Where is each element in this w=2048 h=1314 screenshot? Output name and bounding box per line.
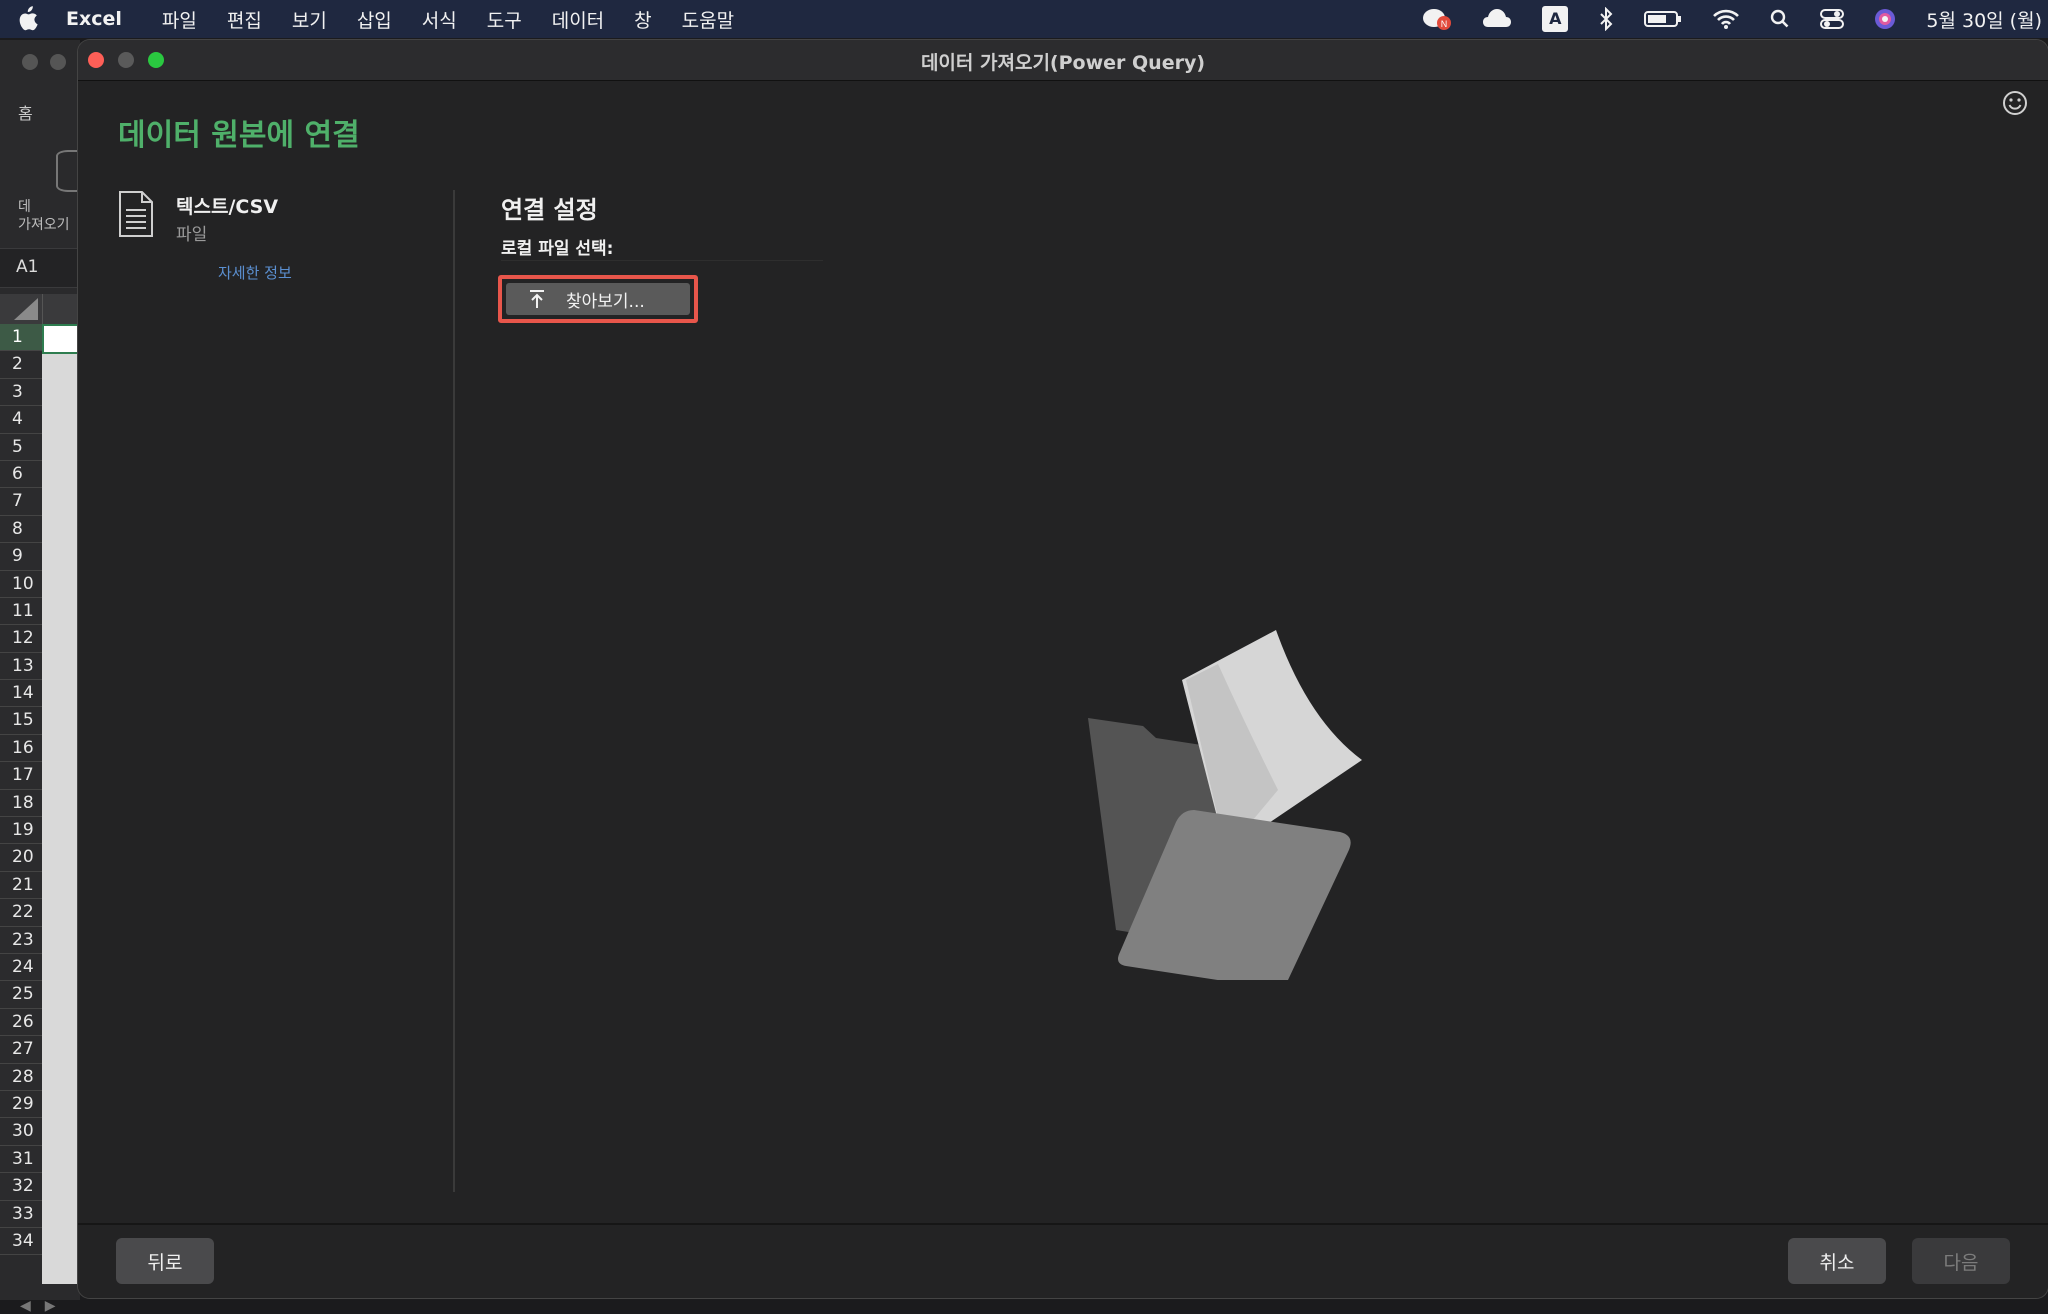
row-header[interactable]: 30 (0, 1118, 42, 1146)
battery-icon[interactable] (1644, 9, 1682, 29)
row-header[interactable]: 28 (0, 1063, 42, 1091)
menu-help[interactable]: 도움말 (682, 6, 734, 33)
name-box[interactable]: A1 (0, 248, 80, 288)
svg-text:N: N (1441, 19, 1448, 29)
excel-minimize-button[interactable] (50, 54, 66, 70)
row-header[interactable]: 10 (0, 570, 42, 598)
wifi-icon[interactable] (1712, 8, 1740, 30)
siri-icon[interactable] (1874, 8, 1896, 30)
input-source-indicator[interactable]: A (1542, 6, 1569, 32)
row-header[interactable]: 17 (0, 762, 42, 790)
cancel-button[interactable]: 취소 (1788, 1238, 1886, 1284)
pane-divider (453, 190, 455, 1192)
power-query-dialog: 데이터 가져오기(Power Query) 데이터 원본에 연결 텍스트/CSV… (78, 40, 2048, 1298)
row-header[interactable]: 24 (0, 953, 42, 982)
ribbon-tab-home[interactable]: 홈 (18, 100, 33, 124)
row-header[interactable]: 11 (0, 597, 42, 626)
excel-close-button[interactable] (22, 54, 38, 70)
menu-bar: Excel 파일 편집 보기 삽입 서식 도구 데이터 창 도움말 N A 5월… (0, 0, 2048, 38)
row-header[interactable]: 32 (0, 1173, 42, 1201)
feedback-smiley-icon[interactable] (2002, 90, 2028, 116)
sheet-scroll-arrows[interactable]: ◀▶ (20, 1298, 70, 1314)
row-header[interactable]: 13 (0, 652, 42, 681)
row-headers: 1 2 3 4 5 6 7 8 9 10 11 12 13 14 15 16 17 18 19 20 21 22 23 24 2… (0, 324, 42, 1256)
input-source-label: A (1542, 6, 1569, 32)
page-heading: 데이터 원본에 연결 (118, 118, 360, 153)
row-header[interactable]: 5 (0, 433, 42, 461)
row-header[interactable]: 26 (0, 1008, 42, 1037)
row-header[interactable]: 1 (0, 324, 42, 352)
row-header[interactable]: 34 (0, 1227, 42, 1256)
browse-button-label: 찾아보기... (566, 291, 645, 312)
source-type: 파일 (176, 225, 208, 245)
label-divider (501, 260, 823, 261)
row-header[interactable]: 6 (0, 460, 42, 489)
upload-icon (530, 290, 544, 308)
chat-notification-icon[interactable]: N (1422, 7, 1452, 31)
select-all-corner[interactable] (0, 294, 42, 324)
menu-insert[interactable]: 삽입 (357, 6, 392, 33)
row-header[interactable]: 15 (0, 707, 42, 735)
dialog-footer (78, 1223, 2048, 1298)
menu-format[interactable]: 서식 (422, 6, 457, 33)
row-header[interactable]: 23 (0, 926, 42, 954)
row-header[interactable]: 9 (0, 543, 42, 571)
menu-window[interactable]: 창 (634, 6, 651, 33)
menu-file[interactable]: 파일 (162, 6, 197, 33)
row-header[interactable]: 22 (0, 899, 42, 927)
row-header[interactable]: 3 (0, 378, 42, 407)
row-header[interactable]: 16 (0, 734, 42, 763)
row-header[interactable]: 7 (0, 488, 42, 516)
row-header[interactable]: 33 (0, 1200, 42, 1228)
spotlight-search-icon[interactable] (1770, 8, 1790, 30)
row-header[interactable]: 2 (0, 351, 42, 379)
row-header[interactable]: 29 (0, 1090, 42, 1119)
menu-view[interactable]: 보기 (292, 6, 327, 33)
row-header[interactable]: 20 (0, 844, 42, 872)
row-header[interactable]: 14 (0, 680, 42, 708)
cell-grid[interactable] (42, 324, 80, 1284)
back-button[interactable]: 뒤로 (116, 1238, 214, 1284)
row-header[interactable]: 18 (0, 789, 42, 818)
excel-window-controls (22, 54, 66, 70)
get-data-ribbon-label[interactable]: 데 가져오기 (18, 198, 70, 234)
row-header[interactable]: 21 (0, 871, 42, 900)
menu-edit[interactable]: 편집 (227, 6, 262, 33)
menu-tools[interactable]: 도구 (487, 6, 522, 33)
column-header-a[interactable] (42, 294, 81, 324)
folder-illustration (1088, 630, 1362, 980)
bluetooth-icon[interactable] (1598, 7, 1614, 31)
dialog-title-bar: 데이터 가져오기(Power Query) (78, 40, 2048, 81)
row-header[interactable]: 27 (0, 1036, 42, 1064)
browse-button[interactable]: 찾아보기... (506, 283, 690, 315)
row-header[interactable]: 31 (0, 1145, 42, 1174)
next-button[interactable]: 다음 (1912, 1238, 2010, 1284)
row-header[interactable]: 12 (0, 625, 42, 653)
more-info-link[interactable]: 자세한 정보 (218, 262, 292, 283)
cloud-app-icon[interactable] (1482, 7, 1512, 31)
dialog-title: 데이터 가져오기(Power Query) (920, 52, 1206, 74)
name-box-value: A1 (16, 257, 39, 277)
active-cell-a1[interactable] (42, 324, 80, 354)
source-name: 텍스트/CSV (176, 196, 279, 218)
menu-bar-clock[interactable]: 5월 30일 (월) (1926, 6, 2042, 33)
menu-data[interactable]: 데이터 (552, 6, 604, 33)
row-header[interactable]: 4 (0, 406, 42, 434)
text-file-icon (119, 191, 153, 237)
app-name-menu[interactable]: Excel (66, 8, 122, 30)
local-file-label: 로컬 파일 선택: (501, 239, 614, 259)
row-header[interactable]: 25 (0, 981, 42, 1009)
row-header[interactable]: 8 (0, 515, 42, 544)
control-center-icon[interactable] (1820, 8, 1845, 30)
excel-window-background: 홈 데 가져오기 A1 1 2 3 4 5 6 7 8 9 10 11 12 13 14 15 16 17 18 1… (0, 40, 88, 1314)
apple-icon[interactable] (16, 6, 38, 32)
row-header[interactable]: 19 (0, 817, 42, 845)
connection-settings-title: 연결 설정 (501, 196, 598, 224)
